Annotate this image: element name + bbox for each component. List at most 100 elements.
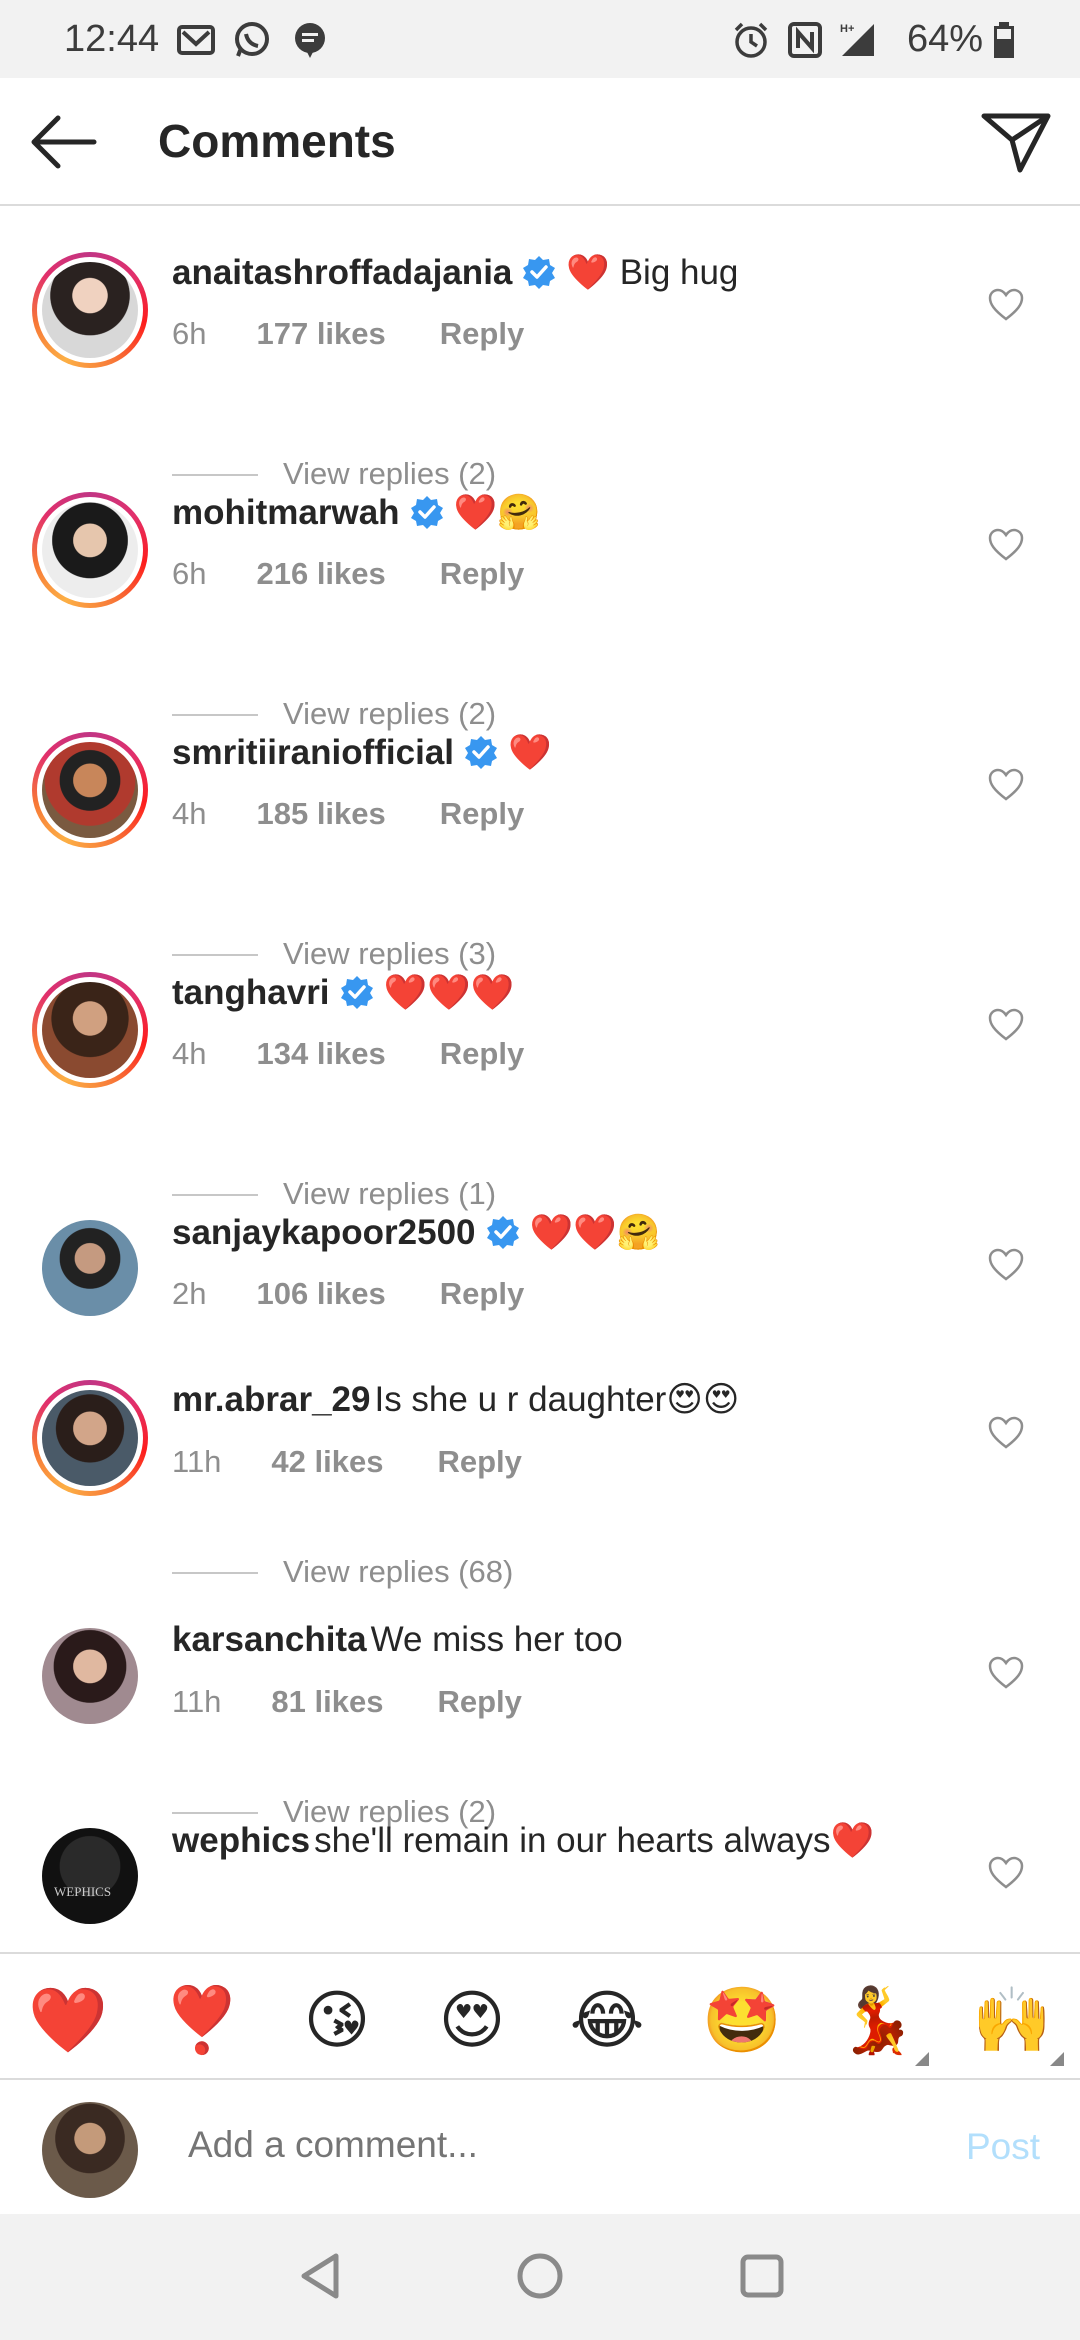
comment-input[interactable]	[188, 2124, 888, 2166]
comment-likes-count[interactable]: 177 likes	[256, 316, 385, 352]
comment-likes-count[interactable]: 81 likes	[271, 1684, 383, 1720]
avatar-story-ring[interactable]	[32, 972, 148, 1088]
comment-timestamp: 11h	[172, 1444, 222, 1479]
comment-timestamp: 4h	[172, 1036, 207, 1071]
reply-button[interactable]: Reply	[437, 1444, 521, 1480]
quick-reaction-emoji[interactable]: 🤩	[702, 1980, 782, 2060]
reaction-emoji-glyph: ❣️	[162, 1984, 242, 2056]
avatar	[42, 1390, 138, 1486]
comment-timestamp: 6h	[172, 556, 207, 591]
comment-meta: 11h 42 likes Reply	[172, 1444, 522, 1480]
current-user-avatar	[42, 2102, 138, 2198]
quick-reaction-emoji[interactable]: ❣️	[162, 1980, 242, 2060]
comment-body: sanjaykapoor2500 ❤️❤️🤗	[172, 1212, 660, 1253]
signal-icon: H+	[840, 23, 874, 56]
like-heart-icon[interactable]	[988, 528, 1024, 562]
comment-likes-count[interactable]: 216 likes	[256, 556, 385, 592]
comment-text: ❤️	[508, 733, 552, 772]
avatar-story-ring[interactable]	[32, 252, 148, 368]
comment-body: tanghavri ❤️❤️❤️	[172, 972, 514, 1013]
like-heart-icon[interactable]	[988, 1248, 1024, 1282]
like-heart-icon[interactable]	[988, 1856, 1024, 1890]
reply-button[interactable]: Reply	[440, 316, 524, 352]
comment-likes-count[interactable]: 42 likes	[271, 1444, 383, 1480]
verified-badge-icon	[523, 256, 556, 289]
svg-text:H+: H+	[840, 23, 854, 35]
comment-username[interactable]: karsanchita	[172, 1620, 367, 1659]
verified-badge-icon	[340, 976, 373, 1009]
avatar[interactable]	[42, 1220, 138, 1316]
verified-badge-icon	[410, 496, 443, 529]
comment-likes-count[interactable]: 106 likes	[256, 1276, 385, 1312]
avatar-story-ring[interactable]	[32, 492, 148, 608]
comment-row: karsanchita We miss her too 11h 81 likes Rep…	[0, 1576, 1080, 1736]
like-heart-icon[interactable]	[988, 288, 1024, 322]
avatar-story-ring[interactable]	[32, 1380, 148, 1496]
quick-reaction-emoji[interactable]: 😘	[297, 1980, 377, 2060]
comment-username[interactable]: mr.abrar_29	[172, 1380, 370, 1419]
reply-button[interactable]: Reply	[440, 796, 524, 832]
comment-likes-count[interactable]: 185 likes	[256, 796, 385, 832]
comments-header: Comments	[0, 78, 1080, 206]
comments-list[interactable]: anaitashroffadajania ❤️ Big hug 6h 177 like…	[0, 208, 1080, 1950]
like-heart-icon[interactable]	[988, 1008, 1024, 1042]
comment-meta: 11h 81 likes Reply	[172, 1684, 522, 1720]
skin-tone-indicator	[1050, 2052, 1064, 2066]
comment-text: ❤️❤️🤗	[529, 1213, 661, 1252]
comment-username[interactable]: tanghavri	[172, 973, 330, 1012]
quick-reaction-emoji[interactable]: 😂	[567, 1980, 647, 2060]
comment-likes-count[interactable]: 134 likes	[256, 1036, 385, 1072]
verified-badge-icon	[486, 1216, 519, 1249]
gmail-icon	[177, 25, 215, 55]
quick-reaction-emoji[interactable]: 😍	[432, 1980, 512, 2060]
back-nav-icon[interactable]	[292, 2248, 348, 2304]
avatar-story-ring[interactable]	[32, 732, 148, 848]
home-nav-icon[interactable]	[512, 2248, 568, 2304]
like-heart-icon[interactable]	[988, 1416, 1024, 1450]
battery-icon	[994, 22, 1014, 58]
comment-timestamp: 11h	[172, 1684, 222, 1719]
reply-button[interactable]: Reply	[440, 556, 524, 592]
comment-body: mr.abrar_29 Is she u r daughter😍😍	[172, 1380, 739, 1420]
arrow-left-icon[interactable]	[28, 112, 98, 172]
comment-row: mohitmarwah ❤️🤗 6h 216 likes Reply	[0, 448, 1080, 608]
avatar[interactable]	[42, 1628, 138, 1724]
quick-reaction-emoji[interactable]: ❤️	[28, 1980, 108, 2060]
comment-username[interactable]: wephics	[172, 1821, 310, 1860]
reply-button[interactable]: Reply	[440, 1036, 524, 1072]
comment-meta: 2h 106 likes Reply	[172, 1276, 524, 1312]
comment-text: ❤️❤️❤️	[383, 973, 515, 1012]
like-heart-icon[interactable]	[988, 768, 1024, 802]
comment-text: Is she u r daughter😍😍	[374, 1380, 740, 1419]
like-heart-icon[interactable]	[988, 1656, 1024, 1690]
comment-username[interactable]: anaitashroffadajania	[172, 253, 512, 292]
comment-row: WEPHICS wephics she'll remain in our heart…	[0, 1776, 1080, 1936]
recents-nav-icon[interactable]	[734, 2248, 790, 2304]
reply-button[interactable]: Reply	[440, 1276, 524, 1312]
send-icon[interactable]	[980, 110, 1052, 174]
avatar-text: WEPHICS	[54, 1884, 112, 1899]
comment-timestamp: 6h	[172, 316, 207, 351]
reaction-emoji-glyph: 😍	[438, 1984, 506, 2056]
post-button[interactable]: Post	[966, 2126, 1040, 2168]
reply-button[interactable]: Reply	[437, 1684, 521, 1720]
comment-row: mr.abrar_29 Is she u r daughter😍😍 11h 42 li…	[0, 1336, 1080, 1496]
comment-body: anaitashroffadajania ❤️ Big hug	[172, 252, 738, 293]
comment-username[interactable]: smritiiraniofficial	[172, 733, 454, 772]
comment-composer: Post	[0, 2082, 1080, 2214]
comment-row: sanjaykapoor2500 ❤️❤️🤗 2h 106 likes Reply	[0, 1168, 1080, 1328]
comment-meta: 6h 177 likes Reply	[172, 316, 524, 352]
avatar[interactable]: WEPHICS	[42, 1828, 138, 1924]
avatar	[42, 262, 138, 358]
avatar	[42, 742, 138, 838]
status-time: 12:44	[64, 18, 160, 60]
quick-reaction-emoji[interactable]: 💃	[837, 1980, 929, 2066]
battery-percent: 64%	[907, 18, 984, 60]
verified-badge-icon	[465, 736, 498, 769]
comment-meta: 6h 216 likes Reply	[172, 556, 524, 592]
reaction-emoji-glyph: 😘	[303, 1984, 371, 2056]
skin-tone-indicator	[915, 2052, 929, 2066]
quick-reaction-emoji[interactable]: 🙌	[972, 1980, 1064, 2066]
comment-username[interactable]: sanjaykapoor2500	[172, 1213, 476, 1252]
comment-username[interactable]: mohitmarwah	[172, 493, 400, 532]
